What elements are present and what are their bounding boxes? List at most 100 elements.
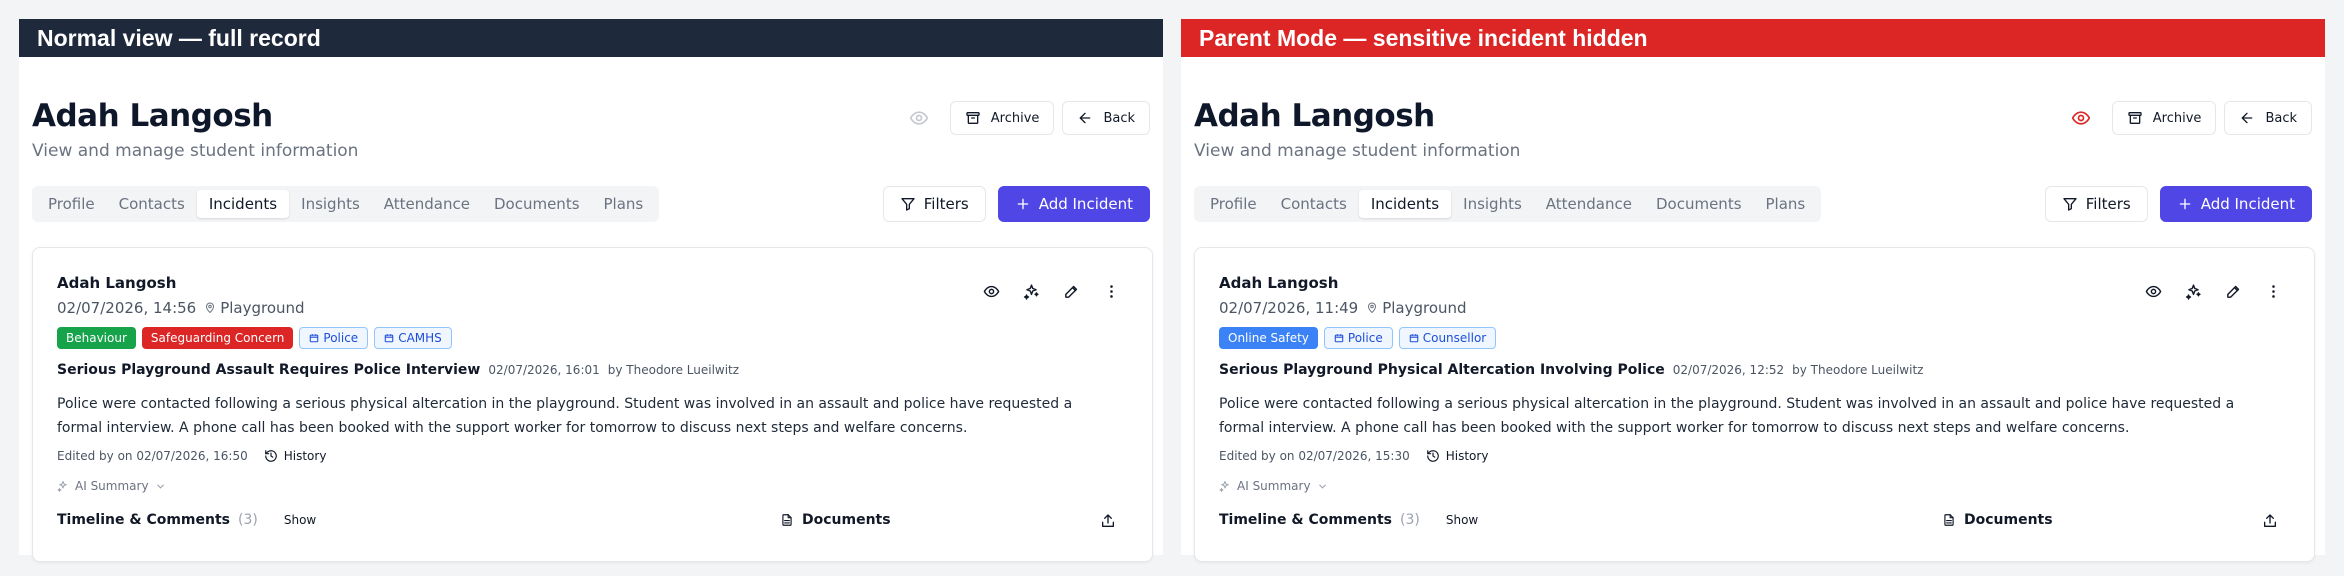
tab-attendance[interactable]: Attendance [1534, 190, 1644, 218]
incident-title: Serious Playground Physical Altercation … [1219, 362, 1665, 378]
documents-link[interactable]: Documents [780, 512, 891, 528]
back-button[interactable]: Back [2224, 101, 2312, 135]
chevron-down-icon [1317, 481, 1328, 492]
calendar-icon [1334, 333, 1344, 343]
pencil-icon[interactable] [2222, 280, 2244, 302]
tab-profile[interactable]: Profile [36, 190, 107, 218]
history-icon [1426, 449, 1440, 463]
incident-datetime: 02/07/2026, 14:56 [57, 299, 197, 317]
badge-agency-label: Police [1347, 331, 1383, 345]
plus-icon [2177, 196, 2193, 212]
archive-button[interactable]: Archive [949, 101, 1055, 135]
panel-parent-mode: Parent Mode — sensitive incident hidden … [1181, 19, 2325, 562]
tab-incidents[interactable]: Incidents [196, 190, 290, 218]
timeline-label: Timeline & Comments [1219, 512, 1393, 528]
more-vertical-icon[interactable] [2262, 280, 2284, 302]
parent-mode-toggle[interactable] [904, 103, 934, 133]
file-text-icon [780, 513, 794, 527]
ai-summary-toggle[interactable]: AI Summary [57, 479, 166, 493]
badge-agency: Counsellor [1398, 327, 1497, 349]
incident-description: Police were contacted following a seriou… [57, 396, 1073, 436]
tab-insights[interactable]: Insights [1451, 190, 1534, 218]
comment-count: (3) [238, 512, 258, 528]
incident-created: 02/07/2026, 12:52 [1672, 363, 1785, 377]
filters-button[interactable]: Filters [882, 186, 986, 222]
incident-badges: Behaviour Safeguarding Concern Police CA… [57, 327, 452, 349]
badge-category: Behaviour [57, 327, 136, 349]
archive-label: Archive [990, 110, 1040, 126]
documents-link[interactable]: Documents [1942, 512, 2053, 528]
archive-icon [965, 110, 981, 126]
calendar-icon [384, 333, 394, 343]
page-header: Adah Langosh View and manage student inf… [1194, 79, 2312, 169]
sparkles-icon[interactable] [1020, 280, 1042, 302]
incident-datetime: 02/07/2026, 11:49 [1219, 299, 1359, 317]
tab-profile[interactable]: Profile [1198, 190, 1269, 218]
filters-button[interactable]: Filters [2044, 186, 2148, 222]
upload-icon[interactable] [2260, 511, 2280, 531]
tab-bar: Profile Contacts Incidents Insights Atte… [1194, 186, 1822, 222]
tab-plans[interactable]: Plans [592, 190, 656, 218]
incident-author: by Theodore Lueilwitz [1792, 363, 1924, 377]
tab-plans[interactable]: Plans [1754, 190, 1818, 218]
badge-agency: Police [1323, 327, 1393, 349]
incident-author: by Theodore Lueilwitz [607, 363, 740, 377]
badge-agency-label: CAMHS [398, 331, 442, 345]
eye-icon[interactable] [980, 280, 1002, 302]
show-timeline-button[interactable]: Show [284, 513, 316, 527]
tab-bar: Profile Contacts Incidents Insights Atte… [32, 186, 660, 222]
history-icon [264, 449, 278, 463]
sparkles-icon [57, 480, 69, 492]
add-incident-button[interactable]: Add Incident [997, 186, 1150, 222]
badge-category: Online Safety [1219, 327, 1318, 349]
add-incident-button[interactable]: Add Incident [2159, 186, 2312, 222]
history-button[interactable]: History [264, 449, 327, 463]
panel-banner: Normal view — full record [19, 19, 1163, 57]
ai-summary-toggle[interactable]: AI Summary [1219, 479, 1328, 493]
tab-documents[interactable]: Documents [482, 190, 592, 218]
show-timeline-button[interactable]: Show [1446, 513, 1478, 527]
back-button[interactable]: Back [1062, 101, 1150, 135]
tab-contacts[interactable]: Contacts [107, 190, 197, 218]
upload-icon[interactable] [1098, 511, 1118, 531]
incident-card: Adah Langosh 02/07/2026, 11:49 Playgroun… [1194, 247, 2315, 562]
incident-description: Police were contacted following a seriou… [1219, 396, 2235, 436]
page-subtitle: View and manage student information [1194, 141, 1521, 161]
page-header: Adah Langosh View and manage student inf… [32, 79, 1150, 169]
tab-insights[interactable]: Insights [289, 190, 372, 218]
page-subtitle: View and manage student information [32, 141, 359, 161]
eye-icon[interactable] [2142, 280, 2164, 302]
plus-icon [1015, 196, 1031, 212]
incident-edited: Edited by on 02/07/2026, 16:50 [57, 449, 248, 463]
arrow-left-icon [2239, 110, 2255, 126]
add-incident-label: Add Incident [1038, 195, 1133, 213]
incident-edited: Edited by on 02/07/2026, 15:30 [1219, 449, 1410, 463]
comment-count: (3) [1400, 512, 1420, 528]
history-label: History [283, 449, 327, 463]
filters-label: Filters [923, 195, 969, 213]
chevron-down-icon [155, 481, 166, 492]
parent-mode-toggle[interactable] [2066, 103, 2096, 133]
tab-contacts[interactable]: Contacts [1269, 190, 1359, 218]
incident-student-name: Adah Langosh [1219, 274, 1339, 292]
badge-agency-label: Counsellor [1422, 331, 1487, 345]
tab-incidents[interactable]: Incidents [1358, 190, 1452, 218]
pencil-icon[interactable] [1060, 280, 1082, 302]
badge-agency: Police [299, 327, 369, 349]
more-vertical-icon[interactable] [1100, 280, 1122, 302]
tab-documents[interactable]: Documents [1644, 190, 1754, 218]
sparkles-icon[interactable] [2182, 280, 2204, 302]
archive-icon [2127, 110, 2143, 126]
incident-card: Adah Langosh 02/07/2026, 14:56 Playgroun… [32, 247, 1153, 562]
history-button[interactable]: History [1426, 449, 1488, 463]
page-title: Adah Langosh [32, 98, 273, 134]
ai-summary-label: AI Summary [75, 479, 149, 493]
filter-icon [900, 196, 916, 212]
archive-button[interactable]: Archive [2111, 101, 2217, 135]
ai-summary-label: AI Summary [1237, 479, 1311, 493]
incident-location: Playground [220, 299, 305, 317]
tab-attendance[interactable]: Attendance [372, 190, 482, 218]
panel-banner: Parent Mode — sensitive incident hidden [1181, 19, 2325, 57]
calendar-icon [309, 333, 319, 343]
incident-title: Serious Playground Assault Requires Poli… [57, 362, 481, 378]
